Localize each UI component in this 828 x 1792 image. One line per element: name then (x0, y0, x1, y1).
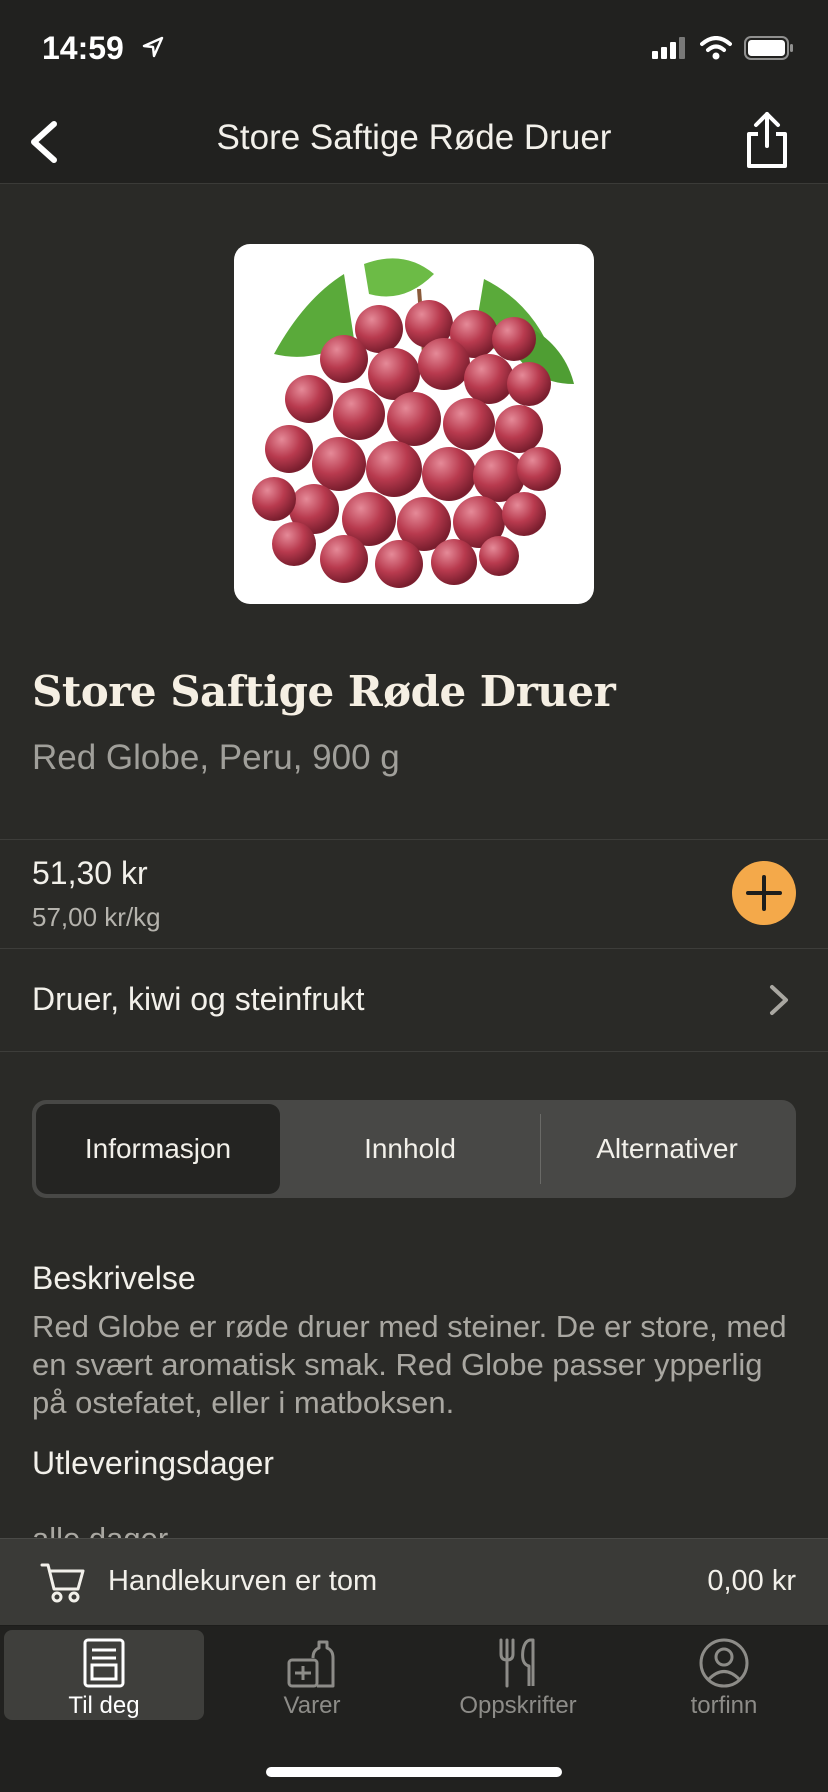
description-heading: Beskrivelse (32, 1260, 196, 1296)
product-subtitle: Red Globe, Peru, 900 g (32, 738, 400, 777)
segment-divider (540, 1114, 541, 1184)
share-icon (747, 112, 787, 168)
profile-icon (699, 1638, 749, 1688)
status-bar: 14:59 (0, 0, 828, 100)
tab-label: Til deg (68, 1692, 140, 1719)
tab-varer[interactable]: Varer (212, 1630, 412, 1720)
tab-til-deg[interactable]: Til deg (4, 1630, 204, 1720)
cart-bar[interactable]: Handlekurven er tom 0,00 kr (0, 1538, 828, 1626)
tab-label: Oppskrifter (459, 1692, 577, 1719)
location-arrow-icon (142, 36, 164, 63)
page-title: Store Saftige Røde Druer (216, 118, 612, 157)
chevron-right-icon (768, 983, 790, 1022)
battery-icon (744, 36, 794, 65)
info-segmented-control: Informasjon Innhold Alternativer (32, 1100, 796, 1198)
tab-label: torfinn (690, 1692, 758, 1719)
navigation-bar: Store Saftige Røde Druer (0, 100, 828, 184)
product-detail-content[interactable]: Store Saftige Røde Druer Red Globe, Peru… (0, 185, 828, 1538)
status-indicators (652, 36, 794, 65)
doc-icon (83, 1638, 125, 1688)
groceries-icon (287, 1640, 335, 1688)
product-price: 51,30 kr (32, 855, 148, 891)
description-text: Red Globe er røde druer med steiner. De … (32, 1309, 787, 1420)
delivery-text: alle dager (32, 1520, 802, 1538)
tab-innhold[interactable]: Innhold (284, 1104, 536, 1194)
tab-profile[interactable]: torfinn (624, 1630, 824, 1720)
product-title: Store Saftige Røde Druer (32, 667, 616, 716)
status-time: 14:59 (42, 30, 124, 66)
product-image (234, 244, 594, 604)
plus-icon (746, 875, 782, 911)
signal-icon (652, 37, 688, 64)
grapes-image (252, 258, 574, 588)
tab-label: Varer (283, 1692, 341, 1719)
add-to-cart-button[interactable] (732, 861, 796, 925)
delivery-heading: Utleveringsdager (32, 1445, 274, 1481)
divider (0, 1051, 828, 1052)
share-button[interactable] (742, 110, 792, 170)
tab-informasjon[interactable]: Informasjon (36, 1104, 280, 1194)
cart-status-label: Handlekurven er tom (108, 1565, 378, 1597)
tab-oppskrifter[interactable]: Oppskrifter (418, 1630, 618, 1720)
divider (0, 839, 828, 840)
cart-total: 0,00 kr (707, 1565, 796, 1597)
tab-alternativer[interactable]: Alternativer (542, 1104, 792, 1194)
home-indicator (266, 1767, 562, 1777)
category-label: Druer, kiwi og steinfrukt (32, 981, 365, 1017)
utensils-icon (499, 1638, 535, 1688)
cart-icon (40, 1559, 86, 1610)
product-unit-price: 57,00 kr/kg (32, 902, 161, 932)
bottom-tab-bar: Til deg Varer Oppskrifter torfinn (0, 1626, 828, 1792)
wifi-icon (700, 36, 732, 65)
category-link[interactable]: Druer, kiwi og steinfrukt (0, 949, 828, 1051)
